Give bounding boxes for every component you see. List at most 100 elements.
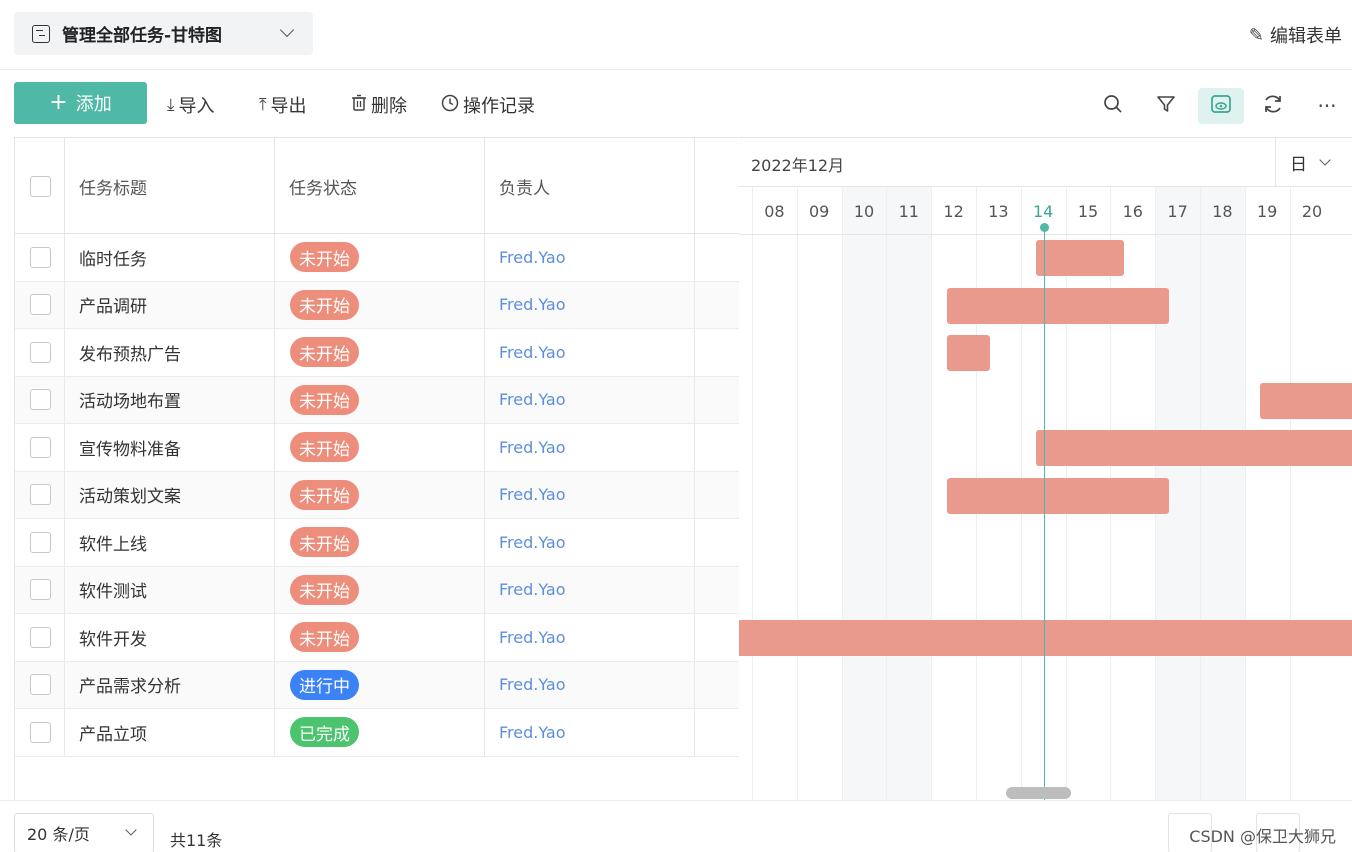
status-cell[interactable]: 未开始 bbox=[275, 614, 485, 661]
owner-link[interactable]: Fred.Yao bbox=[485, 248, 566, 267]
gantt-day-label: 16 bbox=[1122, 202, 1143, 221]
row-checkbox[interactable] bbox=[30, 721, 51, 743]
owner-cell[interactable]: Fred.Yao bbox=[485, 709, 695, 756]
owner-link[interactable]: Fred.Yao bbox=[485, 723, 566, 742]
status-cell[interactable]: 未开始 bbox=[275, 281, 485, 328]
title-cell[interactable]: 软件上线 bbox=[65, 519, 275, 566]
select-all-checkbox[interactable] bbox=[30, 175, 51, 197]
page-size-select[interactable]: 20 条/页 bbox=[14, 813, 154, 852]
title-cell[interactable]: 发布预热广告 bbox=[65, 329, 275, 376]
table-row[interactable]: 产品调研 未开始 Fred.Yao bbox=[15, 281, 739, 329]
status-cell[interactable]: 已完成 bbox=[275, 709, 485, 756]
gantt-unit-selector[interactable]: 日 bbox=[1275, 138, 1352, 186]
table-row[interactable]: 软件开发 未开始 Fred.Yao bbox=[15, 614, 739, 662]
gantt-task-bar[interactable] bbox=[1260, 382, 1352, 419]
status-cell[interactable]: 未开始 bbox=[275, 329, 485, 376]
extra-cell bbox=[695, 567, 739, 614]
row-checkbox[interactable] bbox=[30, 294, 51, 316]
eye-card-icon bbox=[1210, 94, 1232, 119]
task-title: 活动策划文案 bbox=[79, 487, 181, 508]
title-cell[interactable]: 软件测试 bbox=[65, 566, 275, 613]
history-button[interactable]: 操作记录 bbox=[441, 92, 535, 118]
delete-button[interactable]: 删除 bbox=[351, 92, 407, 118]
task-title: 软件开发 bbox=[79, 629, 147, 650]
status-cell[interactable]: 未开始 bbox=[275, 234, 485, 281]
gantt-task-bar[interactable] bbox=[946, 335, 990, 371]
export-button[interactable]: ⤒ 导出 bbox=[259, 92, 307, 118]
title-cell[interactable]: 产品调研 bbox=[65, 281, 275, 328]
table-row[interactable]: 软件上线 未开始 Fred.Yao bbox=[15, 519, 739, 567]
title-cell[interactable]: 产品需求分析 bbox=[65, 661, 275, 708]
title-cell[interactable]: 软件开发 bbox=[65, 614, 275, 661]
gantt-day-column bbox=[841, 186, 887, 800]
filter-button[interactable] bbox=[1146, 88, 1186, 124]
owner-cell[interactable]: Fred.Yao bbox=[485, 471, 695, 518]
more-button[interactable]: ··· bbox=[1307, 88, 1347, 124]
owner-cell[interactable]: Fred.Yao bbox=[485, 661, 695, 708]
title-cell[interactable]: 活动场地布置 bbox=[65, 376, 275, 423]
row-checkbox[interactable] bbox=[30, 674, 51, 696]
table-row[interactable]: 软件测试 未开始 Fred.Yao bbox=[15, 566, 739, 614]
gantt-task-bar[interactable] bbox=[946, 287, 1169, 324]
row-checkbox[interactable] bbox=[30, 484, 51, 506]
table-row[interactable]: 活动策划文案 未开始 Fred.Yao bbox=[15, 471, 739, 519]
header-title[interactable]: 任务标题 bbox=[65, 138, 275, 234]
title-cell[interactable]: 活动策划文案 bbox=[65, 471, 275, 518]
table-row[interactable]: 活动场地布置 未开始 Fred.Yao bbox=[15, 376, 739, 424]
row-checkbox[interactable] bbox=[30, 246, 51, 268]
owner-cell[interactable]: Fred.Yao bbox=[485, 614, 695, 661]
owner-link[interactable]: Fred.Yao bbox=[485, 485, 566, 504]
owner-cell[interactable]: Fred.Yao bbox=[485, 281, 695, 328]
gantt-task-bar[interactable] bbox=[946, 477, 1169, 514]
row-checkbox[interactable] bbox=[30, 341, 51, 363]
title-cell[interactable]: 临时任务 bbox=[65, 234, 275, 281]
owner-cell[interactable]: Fred.Yao bbox=[485, 424, 695, 471]
view-toggle-button[interactable] bbox=[1198, 88, 1244, 124]
table-row[interactable]: 宣传物料准备 未开始 Fred.Yao bbox=[15, 424, 739, 472]
owner-cell[interactable]: Fred.Yao bbox=[485, 566, 695, 613]
import-button[interactable]: ⤓ 导入 bbox=[167, 92, 215, 118]
table-row[interactable]: 发布预热广告 未开始 Fred.Yao bbox=[15, 329, 739, 377]
status-cell[interactable]: 未开始 bbox=[275, 424, 485, 471]
status-cell[interactable]: 未开始 bbox=[275, 519, 485, 566]
status-cell[interactable]: 未开始 bbox=[275, 471, 485, 518]
table-row[interactable]: 产品立项 已完成 Fred.Yao bbox=[15, 709, 739, 757]
header-owner[interactable]: 负责人 bbox=[485, 138, 695, 234]
gantt-task-bar[interactable] bbox=[1036, 240, 1125, 276]
add-button[interactable]: + 添加 bbox=[14, 82, 147, 124]
edit-form-button[interactable]: ✎ 编辑表单 bbox=[1249, 22, 1342, 48]
gantt-task-bar[interactable] bbox=[1036, 430, 1352, 466]
owner-link[interactable]: Fred.Yao bbox=[485, 390, 566, 409]
status-cell[interactable]: 未开始 bbox=[275, 566, 485, 613]
refresh-button[interactable] bbox=[1253, 88, 1293, 124]
row-checkbox[interactable] bbox=[30, 389, 51, 411]
owner-link[interactable]: Fred.Yao bbox=[485, 533, 566, 552]
owner-link[interactable]: Fred.Yao bbox=[485, 295, 566, 314]
row-checkbox[interactable] bbox=[30, 531, 51, 553]
header-status[interactable]: 任务状态 bbox=[275, 138, 485, 234]
owner-link[interactable]: Fred.Yao bbox=[485, 343, 566, 362]
view-selector[interactable]: 管理全部任务-甘特图 bbox=[14, 12, 313, 55]
owner-cell[interactable]: Fred.Yao bbox=[485, 234, 695, 281]
horizontal-scrollbar[interactable] bbox=[1006, 787, 1071, 799]
owner-link[interactable]: Fred.Yao bbox=[485, 675, 566, 694]
owner-link[interactable]: Fred.Yao bbox=[485, 438, 566, 457]
table-row[interactable]: 临时任务 未开始 Fred.Yao bbox=[15, 234, 739, 282]
row-checkbox[interactable] bbox=[30, 626, 51, 648]
table-row[interactable]: 产品需求分析 进行中 Fred.Yao bbox=[15, 661, 739, 709]
owner-cell[interactable]: Fred.Yao bbox=[485, 329, 695, 376]
title-cell[interactable]: 宣传物料准备 bbox=[65, 424, 275, 471]
owner-cell[interactable]: Fred.Yao bbox=[485, 519, 695, 566]
search-button[interactable] bbox=[1093, 88, 1133, 124]
owner-link[interactable]: Fred.Yao bbox=[485, 580, 566, 599]
owner-link[interactable]: Fred.Yao bbox=[485, 628, 566, 647]
gantt-task-bar[interactable] bbox=[739, 620, 1352, 656]
row-select-cell bbox=[15, 471, 65, 518]
owner-cell[interactable]: Fred.Yao bbox=[485, 376, 695, 423]
task-title: 活动场地布置 bbox=[79, 392, 181, 413]
status-cell[interactable]: 未开始 bbox=[275, 376, 485, 423]
title-cell[interactable]: 产品立项 bbox=[65, 709, 275, 756]
status-cell[interactable]: 进行中 bbox=[275, 661, 485, 708]
row-checkbox[interactable] bbox=[30, 579, 51, 601]
row-checkbox[interactable] bbox=[30, 436, 51, 458]
